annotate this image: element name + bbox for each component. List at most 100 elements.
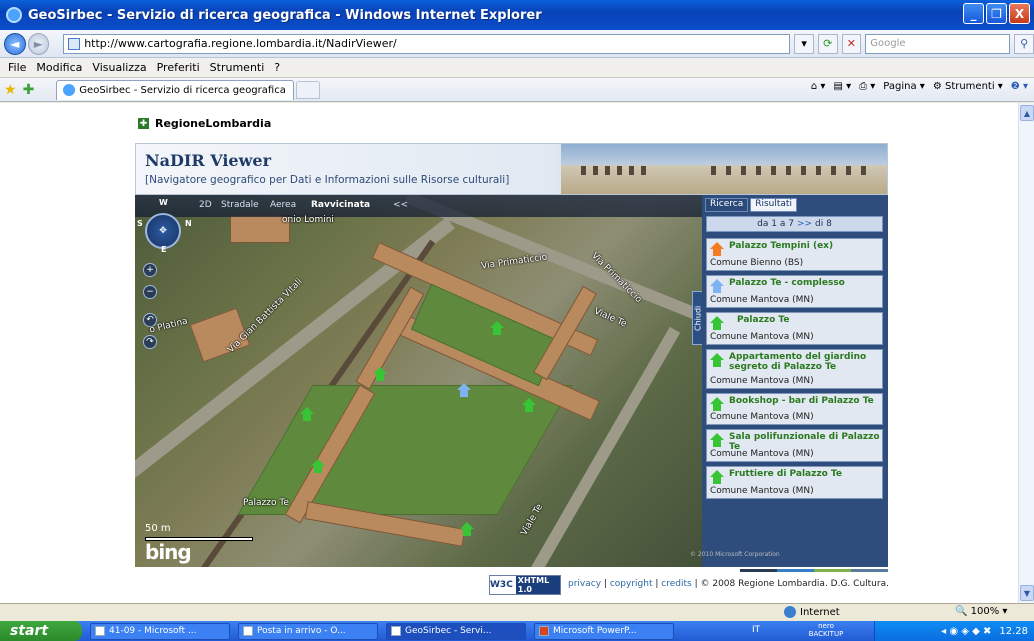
pager-range: da 1 a 7 (757, 219, 794, 229)
status-bar: Internet 🔍 100% ▾ (0, 603, 1034, 621)
result-item[interactable]: Fruttiere di Palazzo Te Comune Mantova (… (706, 466, 883, 499)
taskbar-ie-button[interactable]: GeoSirbec - Servi... (386, 622, 526, 640)
forward-button[interactable]: ► (27, 32, 50, 55)
address-toolbar: ◄ ► http://www.cartografia.regione.lomba… (0, 30, 1034, 58)
new-tab-button[interactable] (296, 80, 321, 99)
menu-visualizza[interactable]: Visualizza (92, 61, 146, 74)
powerpoint-icon (539, 626, 549, 636)
w3c-xhtml-badge[interactable]: W3C XHTML 1.0 (489, 575, 561, 595)
map-tab-ravvicinata[interactable]: Ravvicinata (311, 200, 370, 210)
menu-preferiti[interactable]: Preferiti (157, 61, 200, 74)
scroll-down-icon[interactable]: ▼ (1020, 585, 1034, 601)
map-marker-house-icon[interactable] (373, 367, 387, 381)
address-dropdown-button[interactable]: ▾ (794, 33, 814, 54)
result-comune: Comune Mantova (MN) (710, 412, 814, 422)
result-item[interactable]: Palazzo Te Comune Mantova (MN) (706, 312, 883, 345)
tab-risultati[interactable]: Risultati (750, 198, 797, 212)
scroll-up-icon[interactable]: ▲ (1020, 105, 1034, 121)
strumenti-menu[interactable]: ⚙ Strumenti ▾ (933, 81, 1003, 92)
refresh-button[interactable]: ⟳ (817, 33, 838, 54)
result-title[interactable]: Palazzo Te - complesso (729, 278, 880, 288)
zoom-out-icon[interactable]: − (143, 285, 157, 299)
pagina-menu[interactable]: Pagina ▾ (883, 81, 925, 92)
map-marker-blue-house-icon[interactable] (457, 383, 471, 397)
window-titlebar[interactable]: GeoSirbec - Servizio di ricerca geografi… (0, 0, 1034, 30)
regione-logo[interactable]: ✚ RegioneLombardia (138, 117, 271, 130)
browser-tab[interactable]: GeoSirbec - Servizio di ricerca geografi… (56, 79, 295, 100)
result-title[interactable]: Bookshop - bar di Palazzo Te (729, 396, 880, 406)
map-label-primaticcio-1: Via Primaticcio (480, 252, 548, 272)
ie-tab-icon (63, 84, 76, 96)
close-button[interactable]: X (1009, 3, 1030, 24)
add-favorite-icon[interactable]: ✚ (23, 82, 35, 98)
taskbar-outlook-button[interactable]: Posta in arrivo - O... (238, 622, 378, 640)
rotate-right-icon[interactable]: ↷ (143, 335, 157, 349)
start-button[interactable]: start (0, 621, 82, 641)
feeds-icon[interactable]: ▤ ▾ (833, 81, 851, 92)
home-icon[interactable]: ⌂ ▾ (811, 81, 826, 92)
taskbar-word-button[interactable]: 41-09 - Microsoft ... (90, 622, 230, 640)
compass-control[interactable]: ✥ (145, 213, 181, 249)
orange-house-icon (710, 242, 724, 256)
footer-separator: | (603, 579, 607, 589)
footer-separator: | (655, 579, 659, 589)
map-copyright: © 2010 Microsoft Corporation (690, 551, 780, 558)
map-marker-house-icon[interactable] (311, 459, 325, 473)
map-marker-house-icon[interactable] (490, 321, 504, 335)
map-marker-house-icon[interactable] (300, 407, 314, 421)
results-pager: da 1 a 7 >> di 8 (706, 216, 883, 232)
result-title[interactable]: Palazzo Te (737, 315, 880, 325)
address-url: http://www.cartografia.regione.lombardia… (84, 37, 397, 50)
vertical-scrollbar[interactable]: ▲ ▼ (1018, 103, 1034, 603)
result-item[interactable]: Palazzo Te - complesso Comune Mantova (M… (706, 275, 883, 308)
tab-ricerca[interactable]: Ricerca (705, 198, 749, 212)
window-title: GeoSirbec - Servizio di ricerca geografi… (28, 7, 542, 23)
stop-button[interactable]: ✕ (841, 33, 862, 54)
result-title[interactable]: Fruttiere di Palazzo Te (729, 469, 880, 479)
map-label-viale-te-1: Viale Te (592, 306, 628, 330)
result-item[interactable]: Palazzo Tempini (ex) Comune Bienno (BS) (706, 238, 883, 271)
map-viewer[interactable]: 2D Stradale Aerea Ravvicinata << ✥ W S N… (135, 195, 702, 567)
result-title[interactable]: Appartamento del giardino segreto di Pal… (729, 352, 880, 372)
taskbar-powerpoint-button[interactable]: Microsoft PowerP... (534, 622, 674, 640)
outlook-icon (243, 626, 253, 636)
favorites-star-icon[interactable]: ★ (4, 82, 17, 98)
map-collapse-button[interactable]: << (393, 200, 408, 210)
menu-modifica[interactable]: Modifica (36, 61, 82, 74)
search-input[interactable]: Google (865, 33, 1011, 54)
zoom-level[interactable]: 🔍 100% ▾ (955, 606, 1007, 617)
print-icon[interactable]: ⎙ ▾ (859, 81, 875, 92)
search-button[interactable]: ⚲ (1014, 33, 1034, 54)
menu-file[interactable]: File (8, 61, 26, 74)
help-icon[interactable]: ❷ ▾ (1011, 81, 1028, 92)
green-house-icon (710, 433, 724, 447)
address-bar[interactable]: http://www.cartografia.regione.lombardia… (63, 33, 791, 54)
privacy-link[interactable]: privacy (568, 579, 601, 589)
credits-link[interactable]: credits (661, 579, 691, 589)
result-item[interactable]: Appartamento del giardino segreto di Pal… (706, 349, 883, 389)
nadir-banner: NaDIR Viewer [Navigatore geografico per … (135, 143, 888, 195)
copyright-link[interactable]: copyright (610, 579, 653, 589)
close-panel-tab[interactable]: Chiudi (692, 291, 702, 345)
nero-backitup-icon[interactable]: nero BACKITUP (808, 622, 844, 640)
result-comune: Comune Mantova (MN) (710, 376, 814, 386)
result-title[interactable]: Palazzo Tempini (ex) (729, 241, 880, 251)
map-tab-2d[interactable]: 2D (199, 200, 212, 210)
map-tab-stradale[interactable]: Stradale (221, 200, 259, 210)
tray-icons[interactable]: ◂ ◉ ◈ ◆ ✖ (941, 626, 991, 637)
zoom-in-icon[interactable]: + (143, 263, 157, 277)
pager-next-button[interactable]: >> (797, 219, 812, 229)
security-zone[interactable]: Internet (784, 606, 840, 618)
result-item[interactable]: Sala polifunzionale di Palazzo Te Comune… (706, 429, 883, 462)
back-button[interactable]: ◄ (4, 32, 26, 55)
globe-icon (784, 606, 796, 618)
map-marker-house-icon[interactable] (522, 398, 536, 412)
maximize-button[interactable]: ❐ (986, 3, 1007, 24)
map-marker-house-icon[interactable] (460, 522, 474, 536)
result-item[interactable]: Bookshop - bar di Palazzo Te Comune Mant… (706, 393, 883, 425)
map-tab-aerea[interactable]: Aerea (270, 200, 296, 210)
minimize-button[interactable]: _ (963, 3, 984, 24)
menu-strumenti[interactable]: Strumenti (210, 61, 265, 74)
language-indicator[interactable]: IT (752, 625, 760, 635)
menu-help[interactable]: ? (274, 61, 280, 74)
